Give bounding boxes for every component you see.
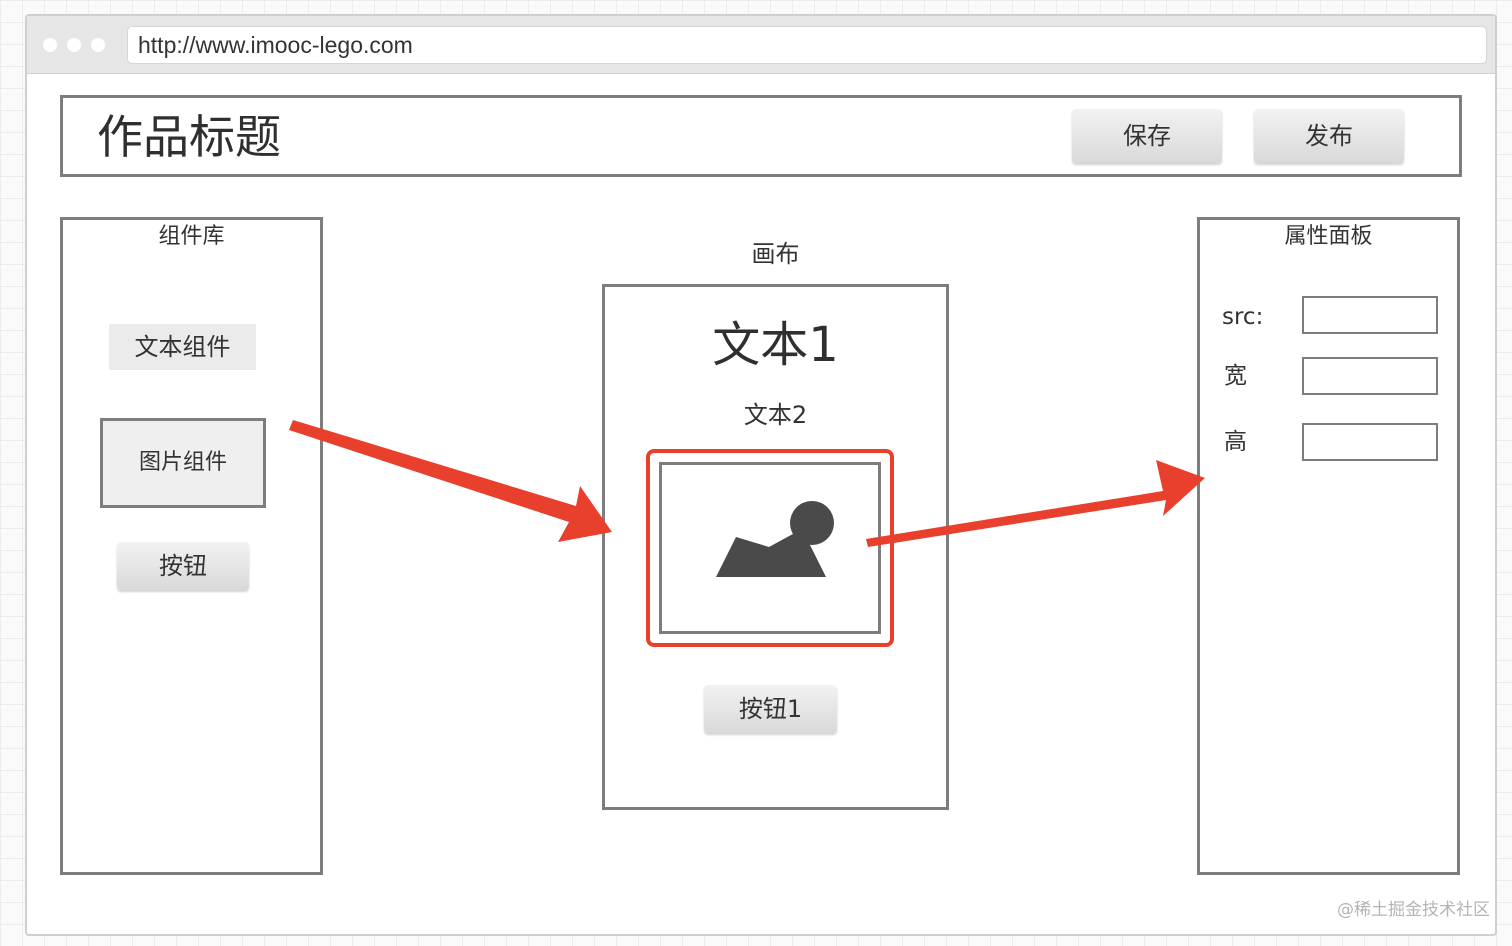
watermark-text: @稀土掘金技术社区 <box>1337 900 1490 920</box>
arrow-canvas-to-properties <box>866 460 1205 547</box>
flow-arrows <box>289 420 1205 547</box>
arrow-library-to-canvas <box>289 420 612 542</box>
